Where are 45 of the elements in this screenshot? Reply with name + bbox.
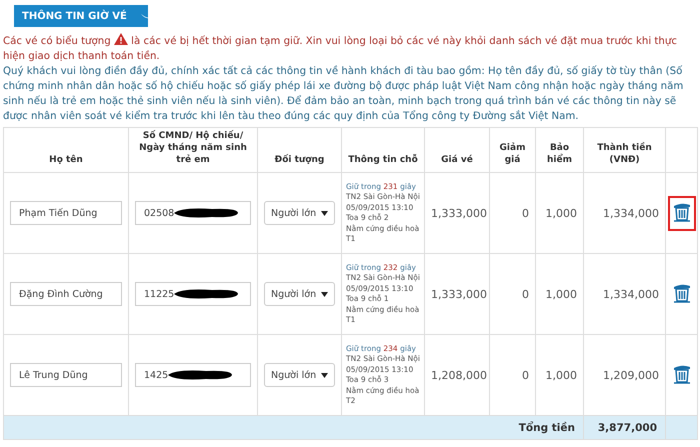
- id-field[interactable]: 11225: [135, 282, 251, 306]
- redaction-mark: [172, 288, 240, 300]
- name-field[interactable]: Lê Trung Dũng: [10, 363, 122, 387]
- redaction-mark: [172, 207, 240, 219]
- grand-total-text: 3,877,000: [598, 422, 657, 434]
- trash-icon: [672, 282, 690, 302]
- column-header: Đối tượng: [258, 128, 342, 172]
- discount-text: 0: [522, 368, 529, 382]
- caret-icon: [321, 210, 328, 216]
- price-text: 1,333,000: [431, 288, 487, 300]
- instructions-text: Quý khách vui lòng điền đầy đủ, chính xác tất cả các thông tin về hành khách đi tàu bao gồm: Họ tên đầy đủ, số giấy tờ tùy thân (Số chứng minh nhân dân hoặc số hộ chiếu hoặc số giấy phép lái xe đường bộ được pháp luật Việt Nam công nhận hoặc ngày tháng năm sinh nếu là trẻ em hoặc thẻ sinh viên nếu là sinh viên). Để đảm bảo an toàn, minh bạch trong quá trình bán vé các thông tin này sẽ được nhân viên soát vé kiểm tra trước khi lên tàu theo đúng các quy định của Tổng công ty Đường sắt Việt Nam.: [3, 64, 684, 124]
- name-field[interactable]: Đặng Đình Cường: [10, 282, 122, 306]
- passenger-type-select[interactable]: Người lớn: [264, 282, 335, 306]
- delete-button[interactable]: [668, 196, 696, 230]
- column-header: Số CMND/ Hộ chiếu/ Ngày tháng năm sinh trẻ em: [128, 128, 258, 172]
- price-text: 1,208,000: [431, 368, 487, 382]
- total-text: 1,334,000: [603, 288, 659, 300]
- discount-text: 0: [522, 206, 529, 220]
- passenger-type-select[interactable]: Người lớn: [264, 201, 335, 225]
- passenger-type-select[interactable]: Người lớn: [264, 363, 335, 387]
- caret-icon: [321, 372, 328, 378]
- caret-icon: [321, 292, 328, 296]
- insurance-text: 1,000: [546, 206, 577, 220]
- total-text: 1,209,000: [603, 368, 659, 382]
- insurance-text: 1,000: [546, 288, 577, 300]
- trash-icon: [672, 202, 690, 222]
- column-header: Thông tin chỗ: [342, 128, 424, 172]
- total-text: 1,334,000: [603, 206, 659, 220]
- column-header: Giảm giá: [490, 128, 536, 172]
- column-header: Bảo hiểm: [536, 128, 584, 172]
- warning-icon: [114, 33, 128, 45]
- price-text: 1,333,000: [431, 206, 487, 220]
- column-header: Thành tiền (VNĐ): [584, 128, 666, 172]
- redaction-mark: [166, 369, 234, 381]
- warning-text: Các vé có biểu tượng là các vé bị hết thời gian tạm giữ. Xin vui lòng loại bỏ các vé này khỏi danh sách vé đặt mua trước khi thực hiện giao dịch thanh toán tiền.: [3, 33, 700, 64]
- total-label: Tổng tiền: [518, 422, 575, 434]
- column-header: Giá vé: [424, 128, 490, 172]
- id-field[interactable]: 02508: [135, 201, 251, 225]
- trash-icon: [672, 364, 690, 384]
- section-title: THÔNG TIN GIỜ VÉ: [22, 10, 127, 22]
- column-header: Họ tên: [4, 128, 128, 172]
- insurance-text: 1,000: [546, 368, 577, 382]
- id-field[interactable]: 1425: [135, 363, 251, 387]
- name-field[interactable]: Phạm Tiến Dũng: [10, 201, 122, 225]
- discount-text: 0: [522, 288, 529, 300]
